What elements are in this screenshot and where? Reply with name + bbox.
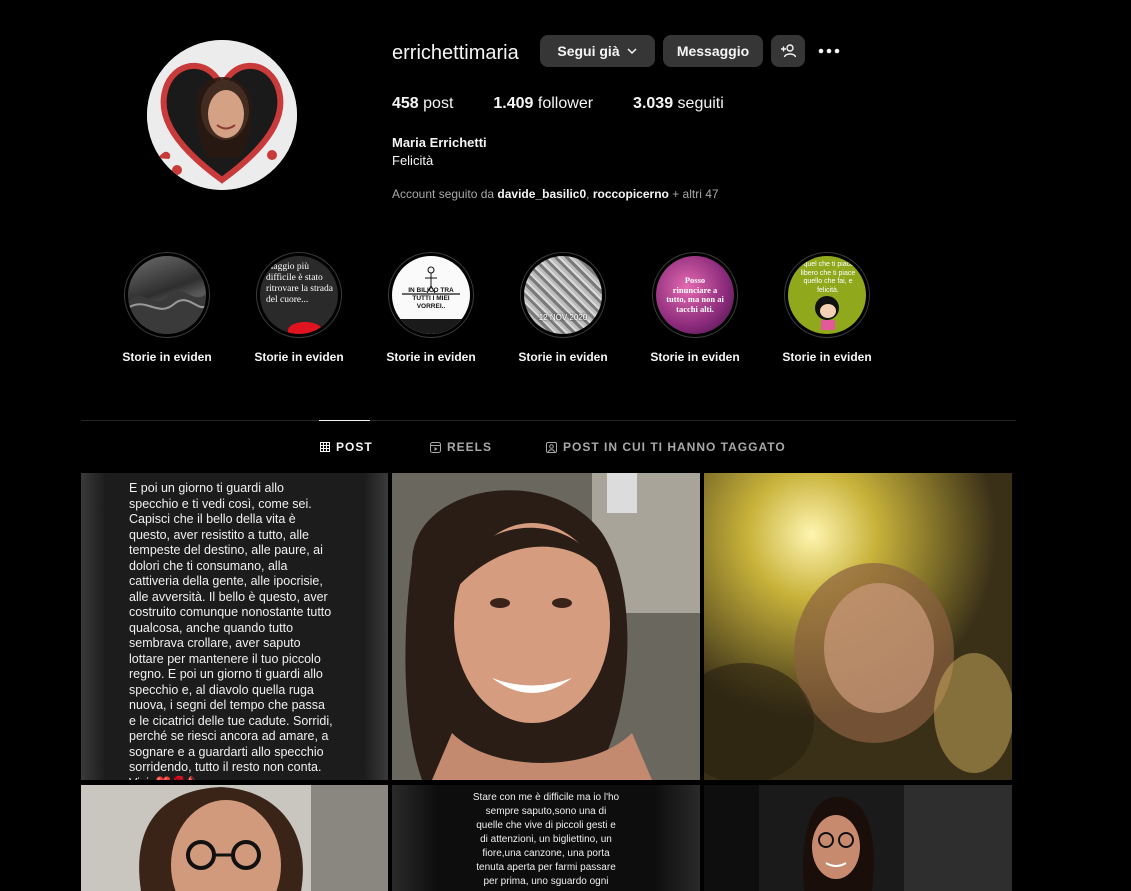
followed-by-prefix: Account seguito da (392, 187, 495, 201)
grid-icon (320, 442, 330, 452)
tab-posts-label: POST (336, 440, 373, 454)
followed-by-separator: , (586, 187, 590, 201)
highlight-ring: IN BILICO TRA TUTTI I MIEI VORREI.. (388, 252, 474, 338)
message-button[interactable]: Messaggio (663, 35, 763, 67)
followers-count: 1.409 (493, 95, 534, 112)
followers-stat[interactable]: 1.409 follower (493, 95, 593, 113)
tab-tagged[interactable]: POST IN CUI TI HANNO TAGGATO (546, 440, 786, 454)
tab-reels[interactable]: REELS (430, 440, 492, 454)
following-count: 3.039 (633, 95, 674, 112)
post-tile[interactable] (704, 785, 1012, 891)
highlight-label: Storie in eviden (650, 350, 740, 364)
highlight-cover-text: 12 NOV 2020 (538, 313, 588, 322)
highlight-item[interactable]: fai quel che ti piace, è libero che ti p… (772, 252, 882, 364)
highlight-cover: Posso rinunciare a tutto, ma non ai tacc… (656, 256, 734, 334)
post-tile[interactable] (704, 473, 1012, 780)
following-button-label: Segui già (557, 43, 620, 59)
highlight-cover: fai quel che ti piace, è libero che ti p… (788, 256, 866, 334)
highlight-cover (128, 256, 206, 334)
following-button[interactable]: Segui già (540, 35, 655, 67)
highlight-label: Storie in eviden (386, 350, 476, 364)
blurry-photo (704, 473, 1012, 780)
posts-label: post (423, 95, 454, 112)
profile-avatar[interactable] (147, 40, 297, 190)
add-person-icon (781, 44, 796, 58)
highlight-label: Storie in eviden (782, 350, 872, 364)
tab-tagged-label: POST IN CUI TI HANNO TAGGATO (563, 440, 786, 454)
following-label: seguiti (677, 95, 724, 112)
highlight-cover-text: viaggio più difficile è stato ritrovare … (266, 262, 333, 305)
highlight-ring: fai quel che ti piace, è libero che ti p… (784, 252, 870, 338)
highlight-item[interactable]: 12 NOV 2020 Storie in eviden (508, 252, 618, 364)
chevron-down-icon (627, 48, 637, 55)
highlight-cover-text: Posso rinunciare a tutto, ma non ai tacc… (666, 275, 724, 314)
reels-icon (430, 441, 441, 453)
more-dots-icon (818, 48, 840, 54)
highlight-item[interactable]: Storie in eviden (112, 252, 222, 364)
suggested-users-button[interactable] (771, 35, 805, 67)
red-shape (288, 322, 322, 334)
woman-night-photo (704, 785, 1012, 891)
tag-person-icon (546, 441, 557, 453)
following-stat[interactable]: 3.039 seguiti (633, 95, 724, 113)
tab-reels-label: REELS (447, 440, 493, 454)
highlight-ring: Posso rinunciare a tutto, ma non ai tacc… (652, 252, 738, 338)
profile-stats: 458 post 1.409 follower 3.039 seguiti (392, 95, 764, 113)
highlight-label: Storie in eviden (518, 350, 608, 364)
highlight-label: Storie in eviden (254, 350, 344, 364)
highlight-ring: 12 NOV 2020 (520, 252, 606, 338)
highlight-ring: viaggio più difficile è stato ritrovare … (256, 252, 342, 338)
post-quote-text: E poi un giorno ti guardi allo specchio … (129, 481, 333, 780)
active-tab-indicator (319, 420, 370, 421)
highlight-cover: viaggio più difficile è stato ritrovare … (260, 256, 338, 334)
profile-full-name: Maria Errichetti (392, 135, 487, 150)
woman-portrait-photo (392, 473, 700, 780)
more-options-button[interactable] (817, 40, 841, 62)
post-tile[interactable]: E poi un giorno ti guardi allo specchio … (81, 473, 388, 780)
highlight-cover: 12 NOV 2020 (524, 256, 602, 334)
tabs-divider (81, 420, 1016, 421)
avatar-image (147, 40, 297, 190)
profile-bio: Felicità (392, 153, 434, 168)
highlight-cover-text: IN BILICO TRA TUTTI I MIEI VORREI.. (408, 287, 454, 310)
followed-by-user: davide_basilic0 (497, 187, 587, 201)
highlight-ring (124, 252, 210, 338)
followers-label: follower (537, 95, 594, 112)
followed-by[interactable]: Account seguito da davide_basilic0, rocc… (392, 187, 719, 201)
wave-image (128, 291, 206, 334)
post-tile[interactable] (81, 785, 388, 891)
posts-stat: 458 post (392, 95, 453, 113)
woman-glasses-photo (81, 785, 388, 891)
followed-by-suffix: + altri 47 (672, 187, 719, 201)
tab-posts[interactable]: POST (320, 440, 373, 454)
post-quote-text: Stare con me è difficile ma io l'ho semp… (472, 792, 620, 887)
highlight-item[interactable]: IN BILICO TRA TUTTI I MIEI VORREI.. Stor… (376, 252, 486, 364)
posts-count: 458 (392, 95, 419, 112)
highlight-label: Storie in eviden (122, 350, 212, 364)
followed-by-user: roccopicerno (592, 187, 669, 201)
post-tile[interactable] (392, 473, 700, 780)
highlight-item[interactable]: viaggio più difficile è stato ritrovare … (244, 252, 354, 364)
profile-username: errichettimaria (392, 42, 519, 64)
highlight-cover: IN BILICO TRA TUTTI I MIEI VORREI.. (392, 256, 470, 334)
cartoon-girl-icon (815, 296, 839, 330)
post-tile[interactable]: Stare con me è difficile ma io l'ho semp… (392, 785, 700, 891)
highlight-item[interactable]: Posso rinunciare a tutto, ma non ai tacc… (640, 252, 750, 364)
